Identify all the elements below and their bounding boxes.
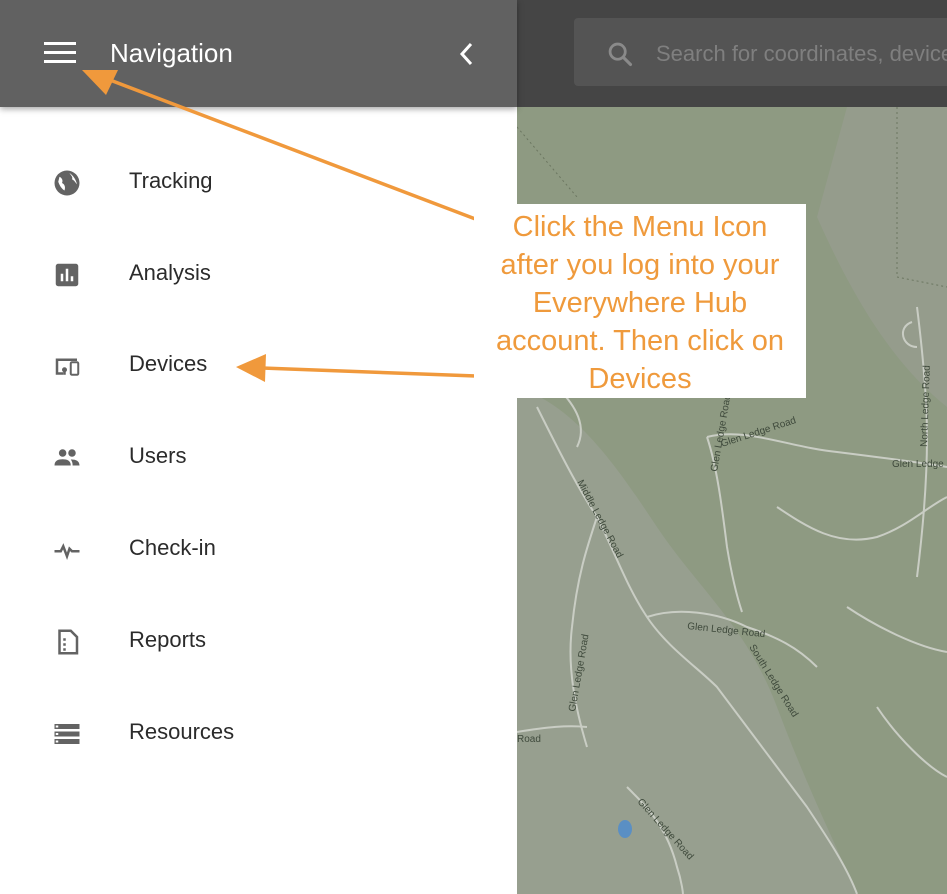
drawer-header: Navigation (0, 0, 517, 107)
nav-item-analysis[interactable]: Analysis (0, 227, 517, 319)
nav-item-check-in[interactable]: Check-in (0, 502, 517, 594)
nav-item-reports[interactable]: Reports (0, 594, 517, 686)
annotation-line: Click the Menu Icon (512, 211, 768, 243)
search-box[interactable] (574, 18, 947, 86)
chevron-left-icon[interactable] (452, 42, 482, 76)
report-icon (52, 627, 82, 657)
list-icon (52, 719, 82, 749)
map-label: Glen Ledge (892, 459, 944, 470)
annotation-line: account. Then click on (495, 325, 785, 357)
hamburger-menu-icon[interactable] (40, 42, 80, 76)
nav-item-resources[interactable]: Resources (0, 686, 517, 778)
search-icon[interactable] (606, 40, 634, 73)
nav-item-label: Tracking (129, 168, 213, 193)
menu-button[interactable] (40, 36, 80, 72)
globe-icon (52, 168, 82, 198)
nav-item-label: Devices (129, 351, 208, 376)
search-input[interactable] (654, 38, 947, 70)
nav-item-label: Reports (129, 627, 207, 652)
people-icon (52, 443, 82, 473)
nav-item-devices[interactable]: Devices (0, 318, 517, 410)
nav-item-label: Resources (129, 719, 235, 744)
map-label: Road (517, 734, 541, 745)
nav-item-tracking[interactable]: Tracking (0, 135, 517, 227)
annotation-line: after you log into your (500, 249, 780, 281)
nav-item-label: Users (129, 443, 187, 468)
nav-item-users[interactable]: Users (0, 410, 517, 502)
drawer-title: Navigation (110, 38, 233, 68)
devices-icon (52, 351, 82, 381)
collapse-drawer-button[interactable] (452, 36, 482, 72)
annotation-line: Everywhere Hub (532, 287, 748, 319)
nav-item-label: Check-in (129, 535, 216, 560)
navigation-drawer: Navigation Tracking Analysis Devices Use… (0, 0, 517, 894)
annotation-callout: Click the Menu Icon after you log into y… (474, 204, 806, 398)
pulse-icon (52, 535, 82, 565)
annotation-line: Devices (588, 363, 692, 395)
nav-item-label: Analysis (129, 260, 211, 285)
bar-chart-icon (52, 260, 82, 290)
